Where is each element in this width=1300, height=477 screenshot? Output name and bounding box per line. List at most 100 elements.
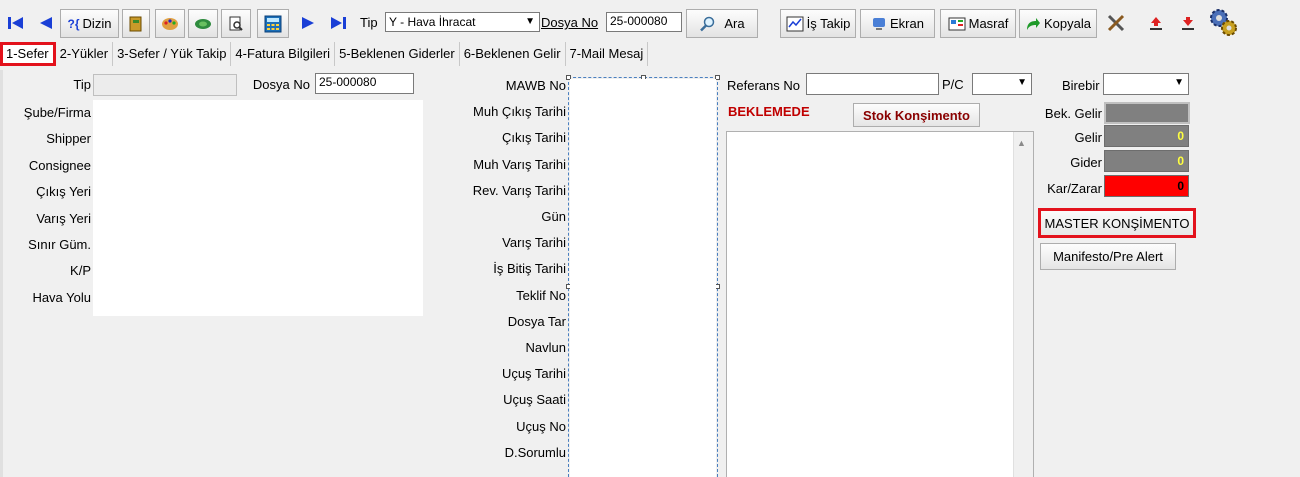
bek-gelir-label: Bek. Gelir bbox=[1044, 106, 1102, 121]
kopyala-button[interactable]: Kopyala bbox=[1019, 9, 1097, 38]
tools-icon[interactable] bbox=[1104, 10, 1128, 36]
birebir-label: Birebir bbox=[1062, 78, 1100, 93]
tab-7[interactable]: 7-Mail Mesaj bbox=[566, 42, 649, 66]
left-field-label: Hava Yolu bbox=[32, 290, 91, 305]
gider-label: Gider bbox=[1070, 155, 1102, 170]
money-icon bbox=[195, 18, 211, 29]
left-field-label: K/P bbox=[70, 263, 91, 278]
palette-button[interactable] bbox=[155, 9, 185, 38]
is-takip-button[interactable]: İş Takip bbox=[780, 9, 856, 38]
tip-label: Tip bbox=[360, 15, 378, 30]
calculator-icon bbox=[264, 15, 282, 32]
copy-arrow-icon bbox=[1027, 17, 1040, 30]
chart-check-icon bbox=[786, 16, 804, 31]
dosya-no-field-input[interactable]: 25-000080 bbox=[315, 73, 414, 94]
gider-value: 0 bbox=[1104, 150, 1189, 172]
mawb-field-label: Çıkış Tarihi bbox=[501, 130, 566, 146]
kopyala-label: Kopyala bbox=[1044, 16, 1091, 31]
palette-icon bbox=[162, 17, 178, 30]
index-icon: ?{ bbox=[67, 16, 80, 31]
dizin-button[interactable]: ?{ Dizin bbox=[60, 9, 119, 38]
mawb-field-label: Teklif No bbox=[516, 287, 566, 303]
gelir-label: Gelir bbox=[1074, 130, 1102, 145]
masraf-button[interactable]: Masraf bbox=[940, 9, 1016, 38]
mawb-field-label: Uçuş No bbox=[516, 418, 566, 434]
chevron-down-icon[interactable]: ▼ bbox=[1017, 77, 1027, 88]
toolbar: ?{ Dizin Tip Y - Hava İhracat ▼ Dosya No… bbox=[0, 0, 1300, 44]
notes-scrollbar[interactable]: ▲ bbox=[1013, 132, 1033, 477]
mawb-field-label: Muh Varış Tarihi bbox=[473, 156, 566, 172]
dizin-label: Dizin bbox=[82, 16, 112, 31]
left-field-label: Sınır Güm. bbox=[28, 237, 91, 252]
expense-icon bbox=[948, 17, 966, 30]
master-konsimento-button[interactable]: MASTER KONŞİMENTO bbox=[1038, 208, 1196, 238]
mawb-field-label: Rev. Varış Tarihi bbox=[472, 182, 566, 198]
mawb-field-label: Gün bbox=[541, 209, 566, 224]
ekran-button[interactable]: Ekran bbox=[860, 9, 935, 38]
left-field-label: Varış Yeri bbox=[36, 211, 91, 226]
ara-label: Ara bbox=[724, 16, 745, 31]
book-button[interactable] bbox=[122, 9, 150, 38]
mawb-field-label: Dosya Tar bbox=[507, 313, 566, 329]
download-icon[interactable] bbox=[1176, 10, 1200, 36]
dosya-no-field-label: Dosya No bbox=[252, 77, 310, 92]
ekran-label: Ekran bbox=[890, 16, 924, 31]
left-field-label: Shipper bbox=[46, 131, 91, 146]
mawb-field-label: Navlun bbox=[525, 340, 566, 355]
calculator-button[interactable] bbox=[257, 9, 289, 38]
tab-6[interactable]: 6-Beklenen Gelir bbox=[460, 42, 566, 66]
masraf-label: Masraf bbox=[968, 16, 1009, 31]
referans-no-input[interactable] bbox=[806, 73, 939, 95]
tab-3[interactable]: 3-Sefer / Yük Takip bbox=[113, 42, 232, 66]
chevron-down-icon[interactable]: ▼ bbox=[525, 16, 535, 27]
status-text: BEKLEMEDE bbox=[728, 104, 810, 119]
tab-4[interactable]: 4-Fatura Bilgileri bbox=[231, 42, 336, 66]
tip-select[interactable]: Y - Hava İhracat ▼ bbox=[385, 12, 540, 32]
tab-5[interactable]: 5-Beklenen Giderler bbox=[335, 42, 460, 66]
left-field-label: Şube/Firma bbox=[23, 105, 91, 120]
last-record-icon[interactable] bbox=[326, 10, 350, 36]
first-record-icon[interactable] bbox=[4, 10, 28, 36]
left-edge bbox=[0, 70, 3, 477]
chevron-down-icon[interactable]: ▼ bbox=[1174, 77, 1184, 88]
monitor-icon bbox=[873, 17, 886, 30]
mawb-field-label: Varış Tarihi bbox=[502, 235, 566, 251]
tab-bar: 1-Sefer 2-Yükler 3-Sefer / Yük Takip 4-Fatu… bbox=[0, 40, 690, 68]
mawb-field-label: MAWB No bbox=[505, 78, 566, 93]
manifesto-pre-alert-button[interactable]: Manifesto/Pre Alert bbox=[1040, 243, 1176, 270]
mawb-field-label: D.Sorumlu bbox=[504, 444, 566, 460]
tab-1[interactable]: 1-Sefer bbox=[0, 42, 56, 66]
left-fields-area[interactable] bbox=[93, 100, 423, 316]
money-button[interactable] bbox=[188, 9, 218, 38]
next-record-icon[interactable] bbox=[296, 10, 320, 36]
mawb-fields-area[interactable] bbox=[570, 79, 716, 477]
notes-textarea[interactable]: ▲ bbox=[726, 131, 1034, 477]
mawb-field-label: Uçuş Tarihi bbox=[501, 366, 566, 382]
tab-2[interactable]: 2-Yükler bbox=[56, 42, 114, 66]
mawb-field-label: İş Bitiş Tarihi bbox=[493, 261, 566, 277]
settings-gears-icon[interactable] bbox=[1206, 5, 1240, 39]
is-takip-label: İş Takip bbox=[806, 16, 851, 31]
left-field-label: Consignee bbox=[28, 158, 91, 173]
bek-gelir-value bbox=[1104, 102, 1190, 124]
gelir-value: 0 bbox=[1104, 125, 1189, 147]
mawb-field-label: Muh Çıkış Tarihi bbox=[473, 104, 566, 120]
tip-field-label: Tip bbox=[73, 77, 91, 92]
tip-field-input bbox=[93, 74, 237, 96]
upload-icon[interactable] bbox=[1144, 10, 1168, 36]
kar-zarar-value: 0 bbox=[1104, 175, 1189, 197]
preview-button[interactable] bbox=[221, 9, 251, 38]
pc-label: P/C bbox=[942, 77, 964, 92]
birebir-select[interactable]: ▼ bbox=[1103, 73, 1189, 95]
book-icon bbox=[129, 16, 142, 31]
left-field-label: Çıkış Yeri bbox=[36, 184, 91, 199]
stok-konsimento-button[interactable]: Stok Konşimento bbox=[853, 103, 980, 127]
tip-select-value: Y - Hava İhracat bbox=[389, 15, 476, 29]
scroll-up-icon[interactable]: ▲ bbox=[1017, 138, 1026, 148]
pc-select[interactable]: ▼ bbox=[972, 73, 1032, 95]
prev-record-icon[interactable] bbox=[34, 10, 58, 36]
dosya-no-toolbar-input[interactable]: 25-000080 bbox=[606, 12, 682, 32]
referans-no-label: Referans No bbox=[727, 78, 800, 93]
ara-button[interactable]: Ara bbox=[686, 9, 758, 38]
search-icon bbox=[700, 16, 715, 31]
